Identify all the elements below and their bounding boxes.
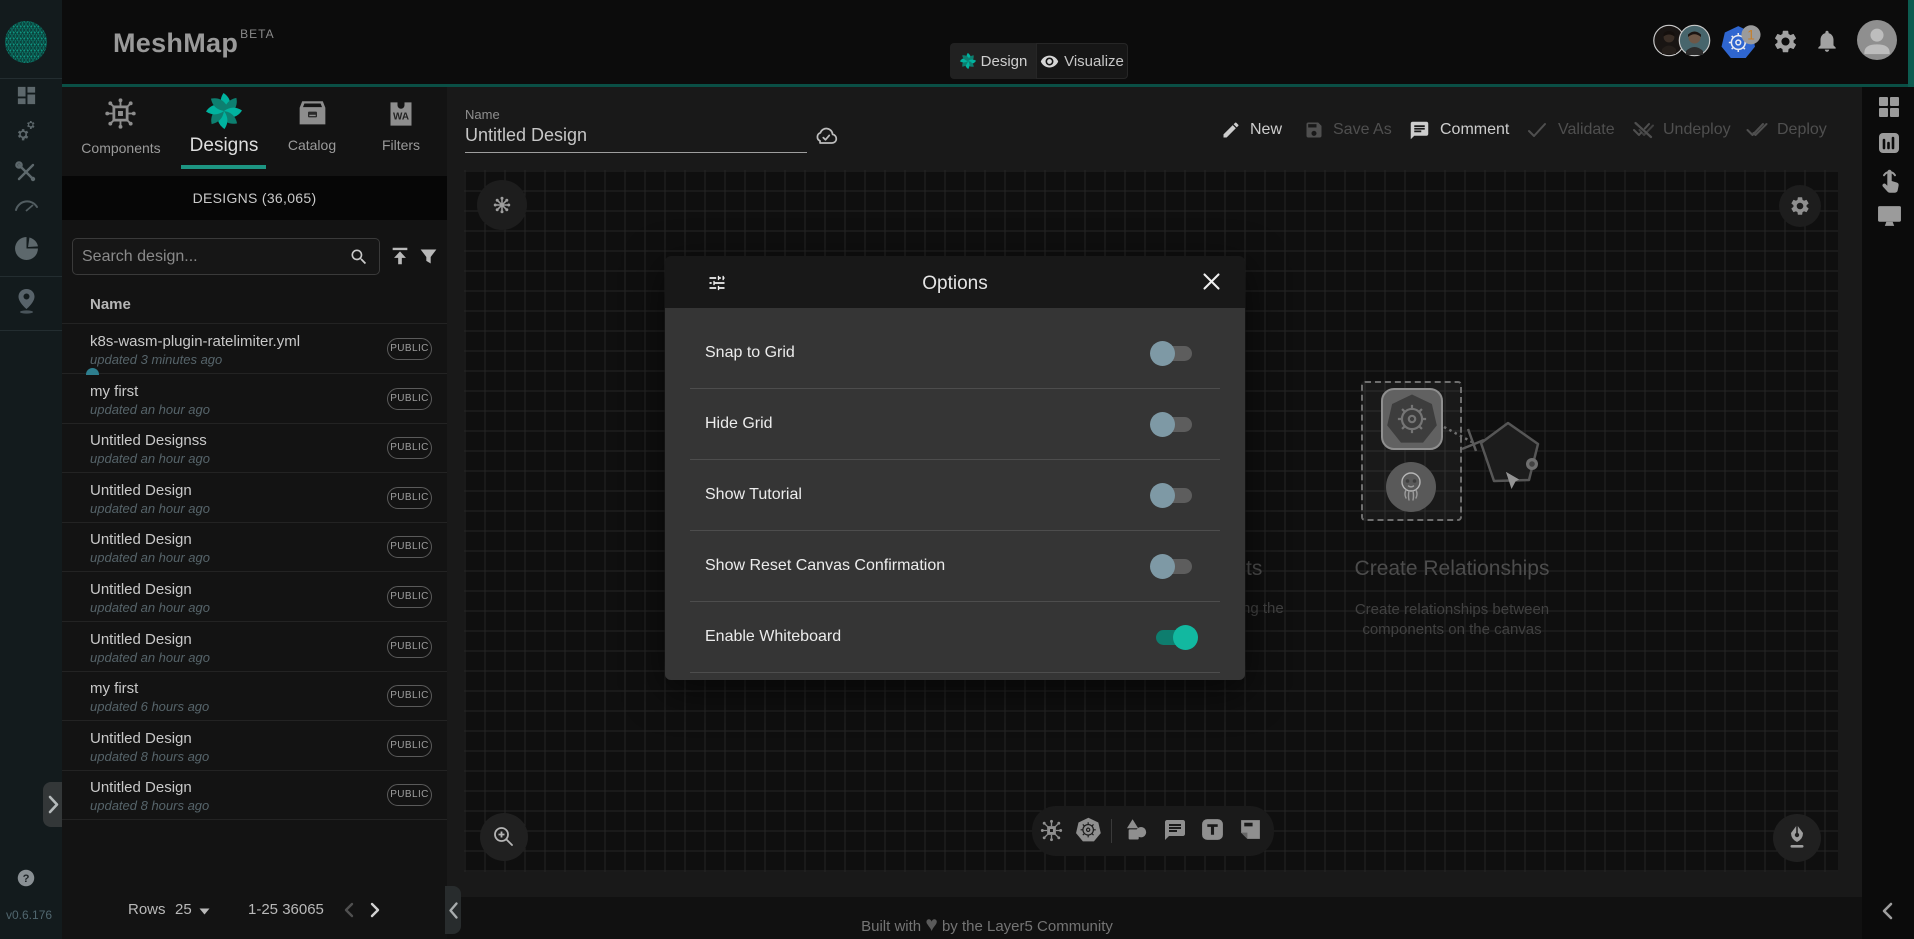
svg-text:1: 1 xyxy=(1747,28,1755,43)
svg-text:?: ? xyxy=(23,873,30,885)
svg-text:WA: WA xyxy=(393,111,409,122)
